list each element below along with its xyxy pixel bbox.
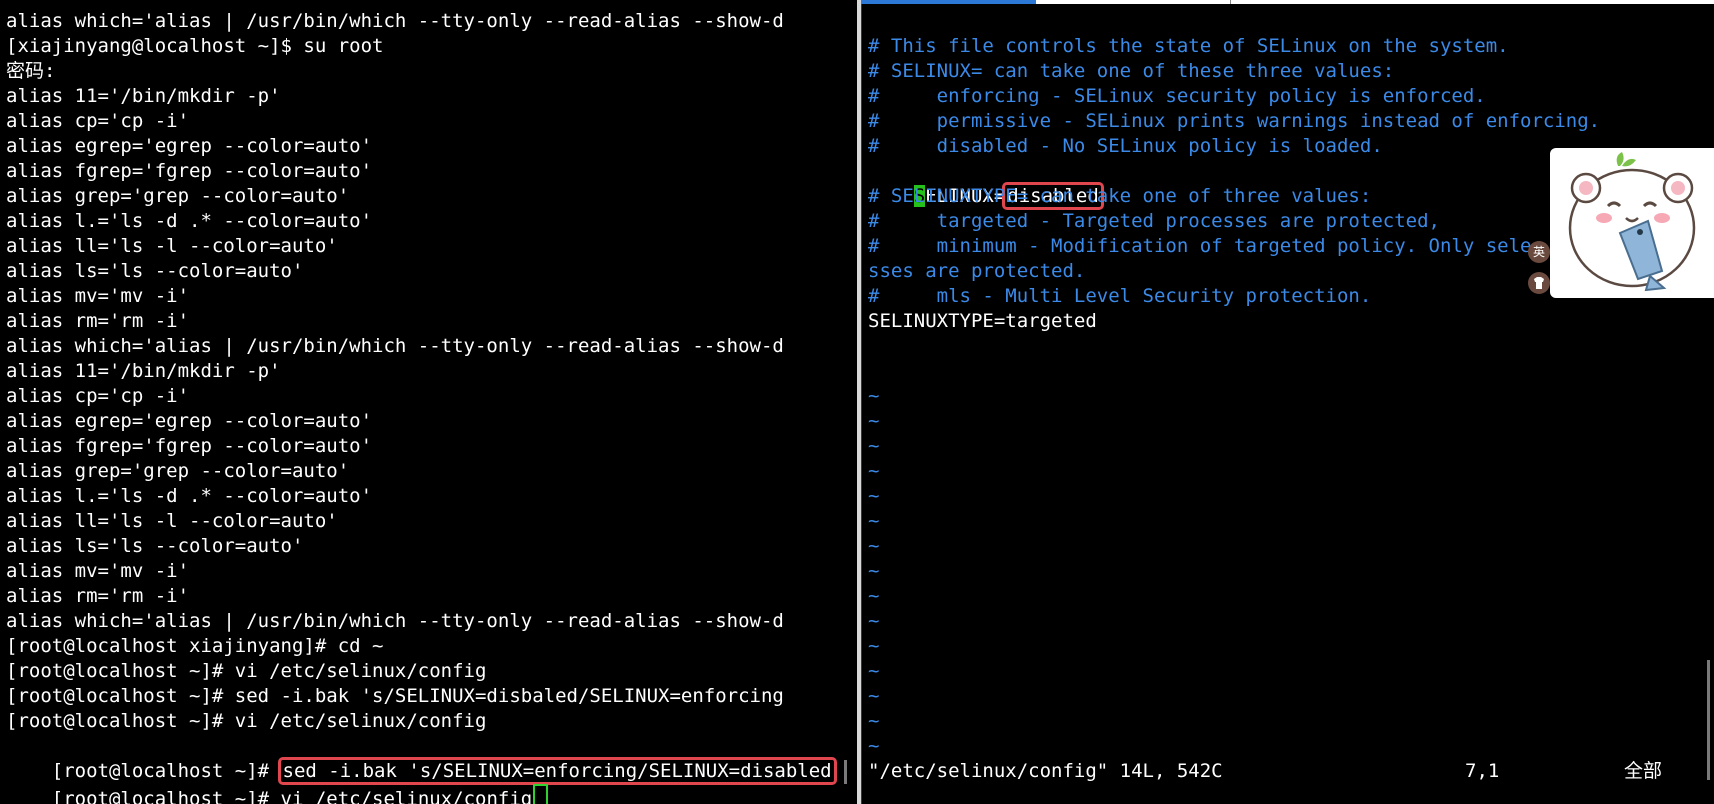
tilde-marker: ~ [868, 660, 880, 682]
terminal-line: alias mv='mv -i' [6, 285, 190, 307]
terminal-line: alias which='alias | /usr/bin/which --tt… [6, 610, 784, 632]
terminal-line: alias ls='ls --color=auto' [6, 535, 304, 557]
tilde-marker: ~ [868, 435, 880, 457]
terminal-line: alias cp='cp -i' [6, 385, 190, 407]
comment-line: # SELINUXTYPE= can take one of three val… [868, 185, 1372, 207]
tilde-marker: ~ [868, 460, 880, 482]
comment-line: # permissive - SELinux prints warnings i… [868, 110, 1601, 132]
terminal-line: 密码: [6, 60, 56, 82]
selinuxtype-setting-line: SELINUXTYPE=targeted [868, 310, 1097, 332]
terminal-line: alias grep='grep --color=auto' [6, 460, 350, 482]
current-command-line[interactable]: [root@localhost ~]# vi /etc/selinux/conf… [6, 759, 549, 804]
tilde-marker: ~ [868, 410, 880, 432]
bear-sticker-image [1550, 148, 1714, 298]
terminal-line: alias 11='/bin/mkdir -p' [6, 360, 281, 382]
tilde-marker: ~ [868, 385, 880, 407]
selinux-setting-line: SELINUX= disabled [868, 159, 1104, 210]
tilde-marker: ~ [868, 485, 880, 507]
ime-language-button[interactable]: 英 [1528, 241, 1550, 263]
terminal-line: [root@localhost ~]# sed -i.bak 's/SELINU… [6, 685, 784, 707]
terminal-line: [root@localhost xiajinyang]# cd ~ [6, 635, 384, 657]
tilde-marker: ~ [868, 610, 880, 632]
comment-line: # disabled - No SELinux policy is loaded… [868, 135, 1383, 157]
terminal-cursor [533, 784, 549, 804]
terminal-line: alias fgrep='fgrep --color=auto' [6, 435, 373, 457]
vi-status-file: "/etc/selinux/config" 14L, 542C [868, 760, 1223, 782]
vi-status-mode: 全部 [1624, 760, 1663, 782]
comment-line: # enforcing - SELinux security policy is… [868, 85, 1486, 107]
terminal-line: [root@localhost ~]# vi /etc/selinux/conf… [6, 710, 487, 732]
tilde-marker: ~ [868, 535, 880, 557]
prompt: [root@localhost ~]# [51, 788, 281, 804]
comment-line: # This file controls the state of SELinu… [868, 35, 1509, 57]
terminal-line: alias ll='ls -l --color=auto' [6, 510, 338, 532]
terminal-line: alias grep='grep --color=auto' [6, 185, 350, 207]
terminal-line: alias rm='rm -i' [6, 585, 190, 607]
terminal-line: [xiajinyang@localhost ~]$ su root [6, 35, 384, 57]
terminal-line: alias cp='cp -i' [6, 110, 190, 132]
tilde-marker: ~ [868, 585, 880, 607]
tilde-marker: ~ [868, 510, 880, 532]
terminal-line: alias ll='ls -l --color=auto' [6, 235, 338, 257]
terminal-line: alias l.='ls -d .* --color=auto' [6, 210, 373, 232]
tilde-marker: ~ [868, 560, 880, 582]
active-tab-indicator[interactable] [861, 0, 1036, 4]
shirt-icon[interactable] [1528, 272, 1550, 294]
terminal-line: alias egrep='egrep --color=auto' [6, 135, 373, 157]
terminal-line: alias ls='ls --color=auto' [6, 260, 304, 282]
tilde-marker: ~ [868, 735, 880, 757]
terminal-line: alias 11='/bin/mkdir -p' [6, 85, 281, 107]
tab-separator [1230, 0, 1231, 4]
terminal-line: alias l.='ls -d .* --color=auto' [6, 485, 373, 507]
left-terminal[interactable]: alias which='alias | /usr/bin/which --tt… [0, 0, 857, 804]
comment-line: sses are protected. [868, 260, 1086, 282]
comment-line: # SELINUX= can take one of these three v… [868, 60, 1395, 82]
comment-line: # mls - Multi Level Security protection. [868, 285, 1372, 307]
right-vi-editor[interactable]: # This file controls the state of SELinu… [861, 0, 1714, 804]
comment-line: # minimum - Modification of targeted pol… [868, 235, 1543, 257]
terminal-line: alias mv='mv -i' [6, 560, 190, 582]
highlighted-command-line: [root@localhost ~]# sed -i.bak 's/SELINU… [6, 734, 837, 785]
terminal-line: alias egrep='egrep --color=auto' [6, 410, 373, 432]
bear-fish-icon [1568, 152, 1696, 292]
terminal-line: alias rm='rm -i' [6, 310, 190, 332]
left-scrollbar[interactable] [844, 760, 847, 784]
terminal-line: alias which='alias | /usr/bin/which --tt… [6, 335, 784, 357]
tilde-marker: ~ [868, 685, 880, 707]
terminal-line: alias fgrep='fgrep --color=auto' [6, 160, 373, 182]
tilde-marker: ~ [868, 635, 880, 657]
terminal-line: [root@localhost ~]# vi /etc/selinux/conf… [6, 660, 487, 682]
right-scrollbar[interactable] [1707, 660, 1710, 780]
tilde-marker: ~ [868, 710, 880, 732]
typed-command: vi /etc/selinux/config [280, 788, 533, 804]
vi-status-position: 7,1 [1465, 760, 1500, 782]
terminal-line: alias which='alias | /usr/bin/which --tt… [6, 10, 784, 32]
comment-line: # targeted - Targeted processes are prot… [868, 210, 1440, 232]
shirt-icon-glyph [1534, 277, 1544, 289]
